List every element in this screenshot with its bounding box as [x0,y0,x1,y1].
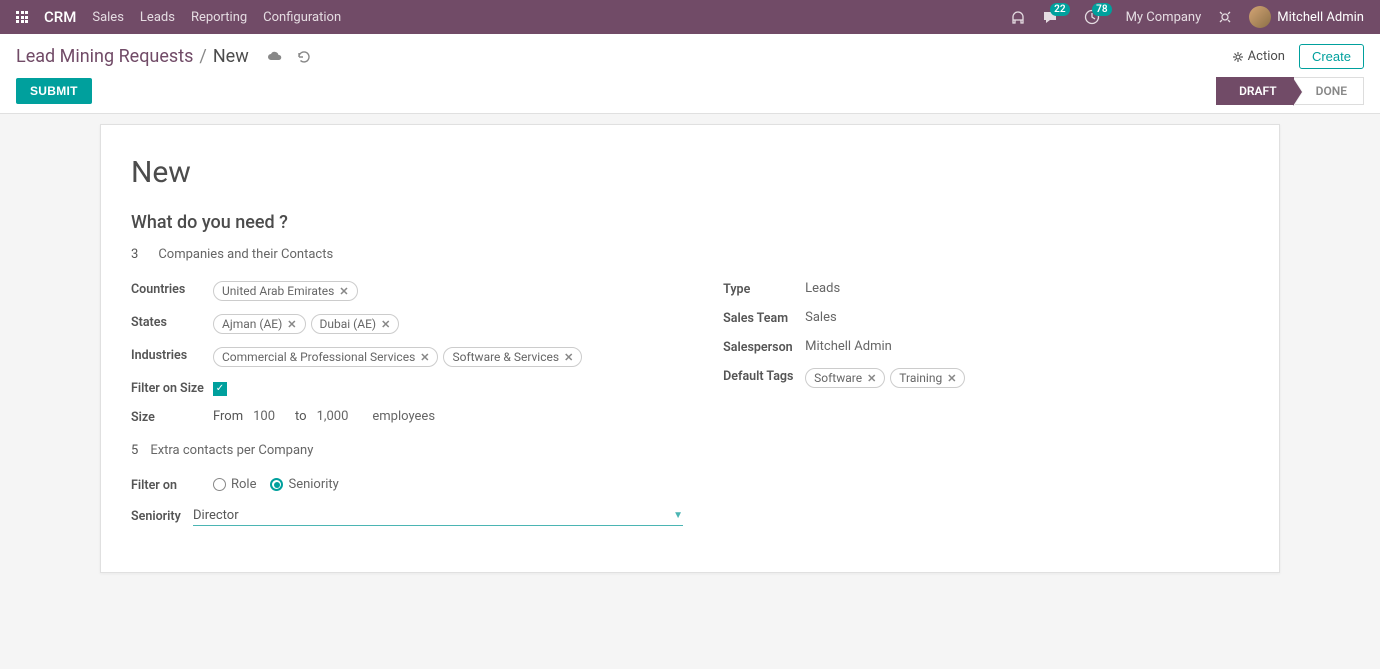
remove-tag-icon[interactable]: ✕ [947,372,956,385]
size-from-label: From [213,409,243,424]
breadcrumb: Lead Mining Requests / New [16,46,311,67]
size-to-input[interactable]: 1,000 [317,409,349,424]
user-name: Mitchell Admin [1277,10,1364,25]
avatar [1249,6,1271,28]
companies-count[interactable]: 3 [131,247,138,262]
breadcrumb-parent[interactable]: Lead Mining Requests [16,46,193,67]
field-countries[interactable]: United Arab Emirates✕ [213,278,683,301]
label-seniority: Seniority [131,505,193,524]
field-size: From 100 to 1,000 employees [213,406,683,424]
remove-tag-icon[interactable]: ✕ [287,318,296,331]
label-default-tags: Default Tags [723,365,805,384]
tag-industry[interactable]: Software & Services✕ [443,347,582,367]
remove-tag-icon[interactable]: ✕ [381,318,390,331]
size-from-input[interactable]: 100 [253,409,275,424]
apps-icon[interactable] [16,11,28,23]
extra-count[interactable]: 5 [131,443,138,458]
tag-country[interactable]: United Arab Emirates✕ [213,281,358,301]
tag-industry[interactable]: Commercial & Professional Services✕ [213,347,438,367]
field-default-tags[interactable]: Software✕ Training✕ [805,365,1249,388]
messaging-badge: 22 [1050,3,1069,16]
need-label[interactable]: Companies and their Contacts [158,247,333,262]
action-label: Action [1248,49,1285,64]
debug-icon[interactable] [1217,9,1233,25]
radio-circle-checked-icon [270,478,283,491]
label-salesperson: Salesperson [723,336,805,355]
chevron-down-icon[interactable]: ▼ [673,510,683,521]
nav-link-sales[interactable]: Sales [92,10,124,25]
label-countries: Countries [131,278,213,297]
label-industries: Industries [131,344,213,363]
create-button[interactable]: Create [1299,44,1364,69]
field-states[interactable]: Ajman (AE)✕ Dubai (AE)✕ [213,311,683,334]
breadcrumb-separator: / [199,46,206,67]
field-industries[interactable]: Commercial & Professional Services✕ Soft… [213,344,683,367]
gear-icon [1232,51,1244,63]
tag-default[interactable]: Software✕ [805,368,885,388]
seniority-select[interactable]: ▼ [193,506,683,526]
size-to-label: to [295,409,307,424]
field-type[interactable]: Leads [805,278,1249,296]
label-filter-on: Filter on [131,474,213,493]
checkbox-filter-size[interactable]: ✓ [213,382,227,396]
activities-icon[interactable]: 78 [1084,9,1100,25]
label-filter-size: Filter on Size [131,377,213,396]
radio-circle-icon [213,478,226,491]
extra-label: Extra contacts per Company [150,443,313,458]
remove-tag-icon[interactable]: ✕ [564,351,573,364]
size-unit: employees [372,409,435,424]
tag-default[interactable]: Training✕ [890,368,965,388]
activities-badge: 78 [1092,3,1111,16]
remove-tag-icon[interactable]: ✕ [339,285,348,298]
control-panel: Lead Mining Requests / New Action Create… [0,34,1380,114]
label-size: Size [131,406,213,425]
section-subtitle: What do you need ? [131,212,1249,233]
messaging-icon[interactable]: 22 [1042,9,1058,25]
form-sheet: New What do you need ? 3 Companies and t… [100,124,1280,573]
radio-seniority[interactable]: Seniority [270,477,338,492]
radio-role[interactable]: Role [213,477,256,492]
cloud-unsaved-icon[interactable] [267,50,283,64]
nav-link-reporting[interactable]: Reporting [191,10,247,25]
nav-link-leads[interactable]: Leads [140,10,175,25]
label-type: Type [723,278,805,297]
field-sales-team[interactable]: Sales [805,307,1249,325]
field-salesperson[interactable]: Mitchell Admin [805,336,1249,354]
action-dropdown[interactable]: Action [1232,49,1285,64]
breadcrumb-current: New [213,46,249,67]
user-menu[interactable]: Mitchell Admin [1249,6,1364,28]
remove-tag-icon[interactable]: ✕ [420,351,429,364]
status-done[interactable]: Done [1294,77,1364,105]
discard-icon[interactable] [297,50,311,64]
seniority-input[interactable] [193,508,673,523]
main-navbar: CRM Sales Leads Reporting Configuration … [0,0,1380,34]
nav-link-configuration[interactable]: Configuration [263,10,341,25]
field-filter-on: Role Seniority [213,474,683,492]
company-switcher[interactable]: My Company [1126,10,1202,25]
record-title: New [131,155,1249,190]
tag-state[interactable]: Dubai (AE)✕ [311,314,400,334]
label-sales-team: Sales Team [723,307,805,326]
app-brand[interactable]: CRM [44,8,76,26]
label-states: States [131,311,213,330]
statusbar: Draft Done [1216,77,1364,105]
support-icon[interactable] [1010,9,1026,25]
tag-state[interactable]: Ajman (AE)✕ [213,314,306,334]
status-draft[interactable]: Draft [1216,77,1294,105]
submit-button[interactable]: Submit [16,78,92,104]
remove-tag-icon[interactable]: ✕ [867,372,876,385]
